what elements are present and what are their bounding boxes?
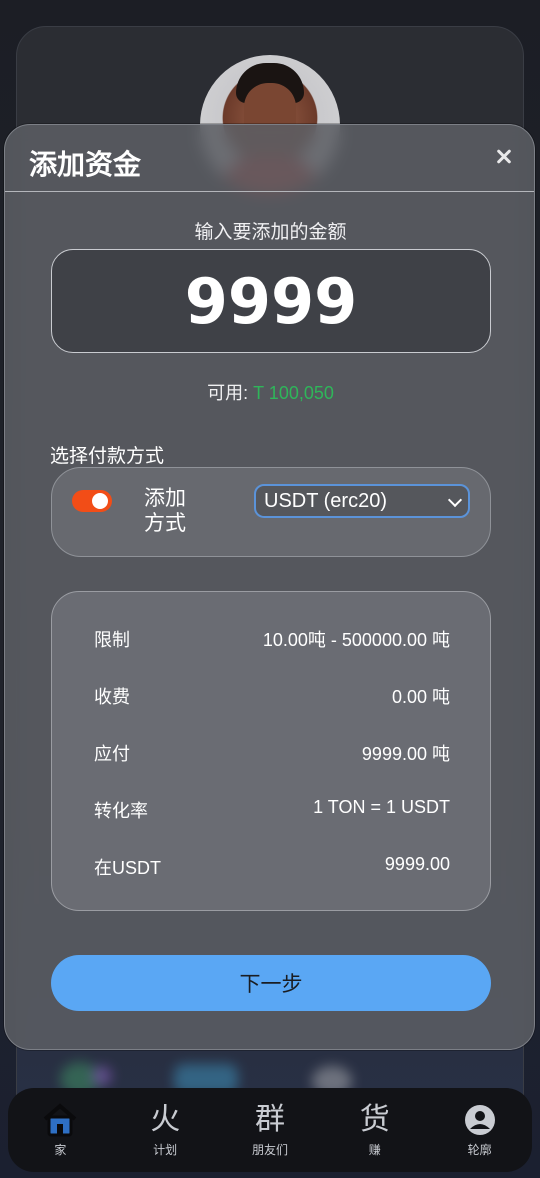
modal-title: 添加资金 [29,149,142,180]
detail-row-limit: 限制 10.00吨 - 500000.00 吨 [94,626,450,652]
method-select[interactable]: USDT (erc20) [254,484,470,518]
bottom-navigation: 家 火 计划 群 朋友们 货 赚 轮廓 [8,1088,532,1172]
payment-method-card: 添加方式 USDT (erc20) [51,467,491,557]
detail-row-in-usdt: 在USDT 9999.00 [94,854,450,880]
amount-input[interactable]: 9999 [51,249,491,353]
detail-label: 收费 [94,687,130,707]
next-button[interactable]: 下一步 [51,955,491,1011]
nav-label-home: 家 [54,1142,67,1157]
detail-value: 9999.00 [384,854,450,874]
available-value: T 100,050 [253,383,334,403]
nav-label-earn: 赚 [368,1142,381,1157]
fire-glyph-icon: 火 [150,1101,181,1137]
detail-row-fee: 收费 0.00 吨 [94,683,450,709]
nav-item-earn[interactable]: 货 赚 [330,1101,420,1158]
profile-icon [463,1103,497,1137]
available-label: 可用: [207,383,249,403]
payment-method-label: 选择付款方式 [50,446,165,467]
nav-item-profile[interactable]: 轮廓 [435,1103,525,1158]
group-glyph-icon: 群 [254,1101,285,1137]
background-gear-icon-secondary [92,1066,112,1086]
add-funds-modal: 添加资金 输入要添加的金额 9999 可用: T 100,050 选择付款方式 … [4,124,535,1050]
detail-label: 限制 [94,630,130,650]
available-balance: 可用: T 100,050 [5,379,536,405]
payment-details-card: 限制 10.00吨 - 500000.00 吨 收费 0.00 吨 应付 999… [51,591,491,911]
nav-label-friends: 朋友们 [251,1142,288,1157]
detail-row-rate: 转化率 1 TON = 1 USDT [94,797,450,823]
detail-label: 在USDT [94,858,161,878]
home-icon [41,1102,79,1137]
method-select-value: USDT (erc20) [264,490,387,512]
detail-value: 0.00 吨 [391,687,450,707]
amount-label: 输入要添加的金额 [194,222,347,243]
nav-item-friends[interactable]: 群 朋友们 [225,1101,315,1158]
detail-label: 转化率 [94,801,148,821]
detail-label: 应付 [94,744,130,764]
nav-item-home[interactable]: 家 [15,1102,105,1158]
method-toggle[interactable] [72,490,112,512]
nav-label-profile: 轮廓 [467,1142,492,1157]
header-divider [5,191,534,192]
nav-label-plan: 计划 [153,1142,178,1157]
close-icon[interactable] [491,143,519,171]
detail-value: 1 TON = 1 USDT [313,797,450,817]
goods-glyph-icon: 货 [359,1101,390,1137]
detail-value: 9999.00 吨 [361,744,450,764]
toggle-knob [92,493,108,509]
detail-value: 10.00吨 - 500000.00 吨 [262,630,450,650]
nav-item-plan[interactable]: 火 计划 [120,1101,210,1158]
chevron-down-icon [447,492,463,508]
detail-row-payable: 应付 9999.00 吨 [94,740,450,766]
method-name: 添加方式 [144,487,186,535]
